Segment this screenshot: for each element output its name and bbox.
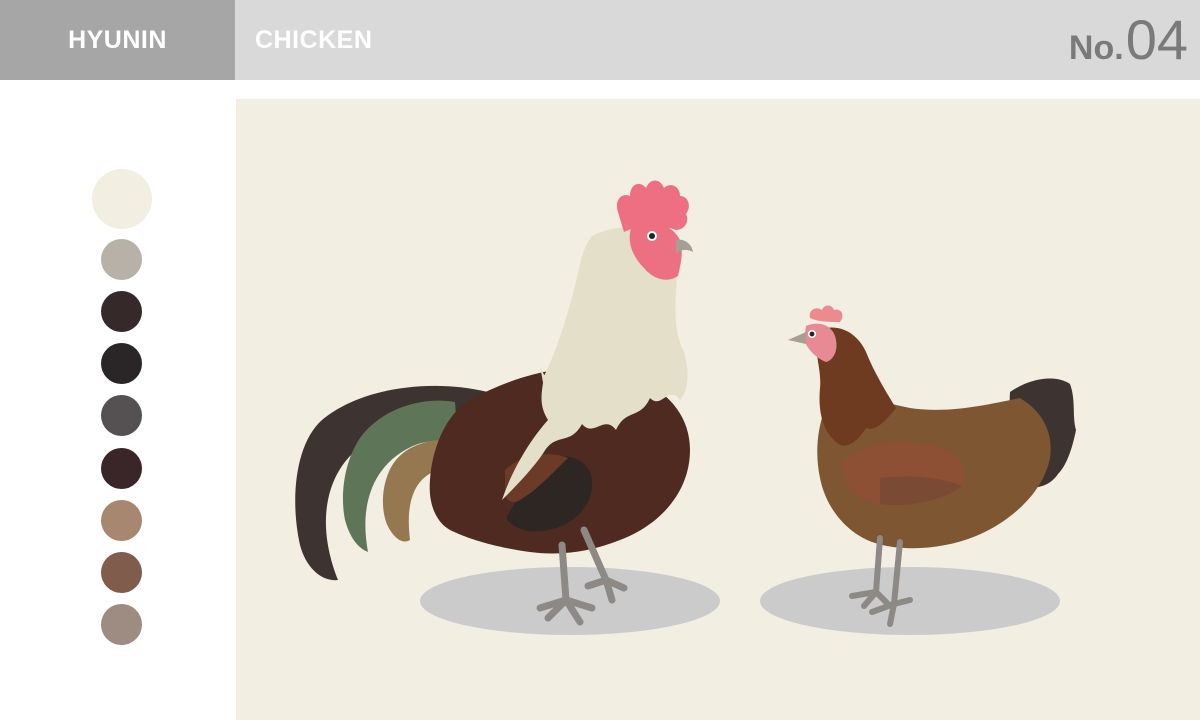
- swatch-3: [101, 291, 142, 332]
- swatch-1: [92, 169, 152, 229]
- plate-number: No. 04: [1069, 0, 1188, 80]
- swatch-2: [101, 239, 142, 280]
- swatch-4: [101, 343, 142, 384]
- hen-comb: [809, 305, 843, 322]
- number-value: 04: [1125, 8, 1188, 71]
- swatch-5: [101, 395, 142, 436]
- swatch-6: [101, 448, 142, 489]
- swatch-7: [101, 500, 142, 541]
- illustration-canvas: [236, 99, 1200, 720]
- hen-beak: [788, 332, 806, 344]
- header-bar: HYUNIN CHICKEN No. 04: [0, 0, 1200, 80]
- author-label: HYUNIN: [68, 25, 167, 54]
- rooster: [295, 180, 693, 626]
- number-prefix: No.: [1068, 29, 1124, 67]
- chicken-illustration: [295, 180, 1076, 635]
- swatch-8: [101, 552, 142, 593]
- color-palette: [0, 80, 236, 720]
- subject-title: CHICKEN: [255, 25, 373, 54]
- rooster-beak: [676, 239, 693, 254]
- author-tab[interactable]: HYUNIN: [0, 0, 235, 80]
- swatch-9: [101, 604, 142, 645]
